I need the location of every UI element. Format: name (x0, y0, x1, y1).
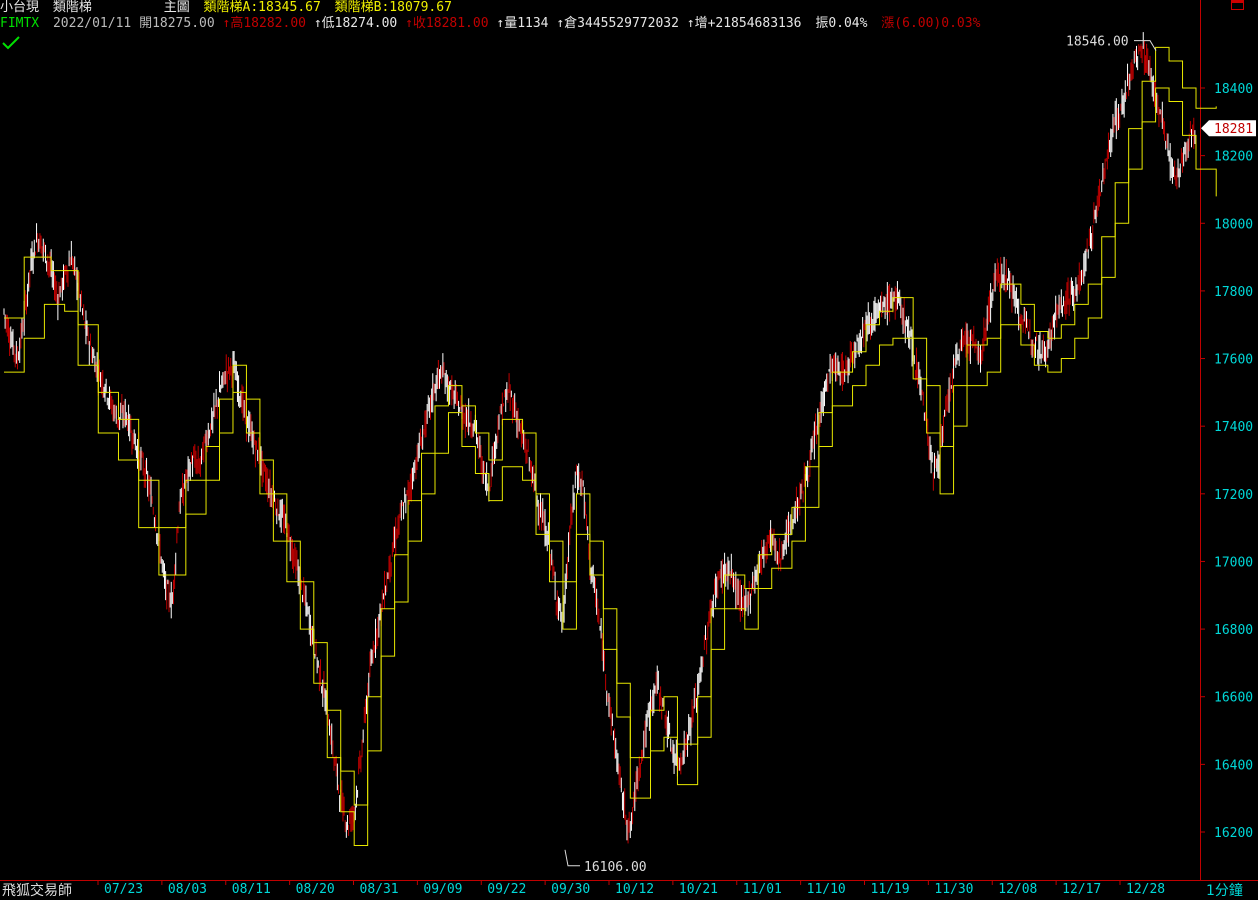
x-tick-label: 08/03 (168, 882, 207, 897)
y-tick-label: 16400 (1214, 758, 1253, 773)
x-tick-label: 08/20 (296, 882, 335, 897)
y-tick-label: 18400 (1214, 82, 1253, 97)
header-row-1: 小台現 類階梯 主圖 類階梯A:18345.67 類階梯B:18079.67 (0, 0, 452, 16)
y-tick-label: 17800 (1214, 285, 1253, 300)
x-tick-label: 10/21 (679, 882, 718, 897)
symbol-code: FIMTX (0, 16, 40, 31)
open-interest-value: 倉3445529772032 (564, 16, 679, 31)
candle-series (3, 32, 1196, 844)
max-pointer (1134, 40, 1157, 51)
x-tick-label: 11/10 (807, 882, 846, 897)
min-pointer (564, 849, 580, 867)
y-tick-label: 17600 (1214, 353, 1253, 368)
open-value: 開18275.00 (139, 16, 215, 31)
instrument-name[interactable]: 小台現 (0, 0, 39, 15)
x-tick-label: 07/23 (104, 882, 143, 897)
y-tick-label: 16200 (1214, 826, 1253, 841)
volume-value: 量1134 (504, 16, 549, 31)
step-line-b (4, 87, 1217, 847)
indicator-name[interactable]: 類階梯 (53, 0, 92, 15)
quote-date: 2022/01/11 (52, 16, 132, 31)
up-arrow-icon: ↑ (556, 16, 565, 31)
x-tick-label: 11/01 (743, 882, 782, 897)
window-restore-icon[interactable] (1231, 0, 1244, 10)
high-value: 高18282.00 (230, 16, 306, 31)
x-tick-label: 12/28 (1126, 882, 1165, 897)
step-a-value: 類階梯A:18345.67 (203, 0, 321, 15)
y-tick-label: 17400 (1214, 420, 1253, 435)
extreme-annotations: 18546.00 16106.00 (564, 35, 1157, 875)
period-selector[interactable]: 1分鐘 (1206, 880, 1243, 900)
change-value: 漲(6.00)0.03% (881, 16, 981, 31)
app-name: 飛狐交易師 (2, 883, 72, 899)
min-price-label: 16106.00 (584, 860, 647, 875)
x-tick-label: 09/09 (423, 882, 462, 897)
y-tick-label: 16600 (1214, 691, 1253, 706)
price-chart[interactable]: 18400 18200 18000 17800 17600 17400 17200 17000… (0, 0, 1258, 899)
step-lines (4, 46, 1217, 847)
x-tick-label: 11/30 (934, 882, 973, 897)
close-value: 收18281.00 (412, 16, 489, 31)
up-arrow-icon: ↑ (313, 16, 322, 31)
up-arrow-icon: ↑ (405, 16, 413, 31)
x-tick-label: 10/12 (615, 882, 654, 897)
chart-frame (0, 0, 1258, 881)
step-b-value: 類階梯B:18079.67 (334, 0, 452, 15)
view-label: 主圖 (163, 0, 190, 15)
y-tick-label: 16800 (1214, 623, 1253, 638)
amplitude-value: 振0.04% (815, 16, 868, 31)
y-tick-label: 17200 (1214, 488, 1253, 503)
price-axis[interactable]: 18400 18200 18000 17800 17600 17400 17200 17000… (1200, 82, 1256, 841)
x-tick-label: 12/17 (1062, 882, 1101, 897)
x-tick-label: 09/30 (551, 882, 590, 897)
x-tick-label: 09/22 (487, 882, 526, 897)
checkmark-icon[interactable] (2, 36, 20, 50)
x-tick-label: 11/19 (871, 882, 910, 897)
low-value: 低18274.00 (321, 16, 398, 31)
up-arrow-icon: ↑ (686, 16, 695, 31)
y-tick-label: 17000 (1214, 555, 1253, 570)
header-row-2: FIMTX 2022/01/11 開18275.00 ↑高18282.00 ↑低… (0, 16, 980, 32)
step-line-a (4, 46, 1217, 806)
x-tick-label: 08/11 (232, 882, 271, 897)
x-tick-label: 08/31 (360, 882, 399, 897)
last-price-label: 18281 (1214, 122, 1253, 137)
y-tick-label: 18000 (1214, 217, 1253, 232)
x-tick-label: 12/08 (998, 882, 1037, 897)
oi-change-value: 增+21854683136 (694, 16, 802, 31)
max-price-label: 18546.00 (1066, 35, 1129, 50)
y-tick-label: 18200 (1214, 150, 1253, 165)
time-axis[interactable]: 07/23 08/03 08/11 08/20 08/31 09/09 09/22 09/30… (97, 880, 1165, 897)
